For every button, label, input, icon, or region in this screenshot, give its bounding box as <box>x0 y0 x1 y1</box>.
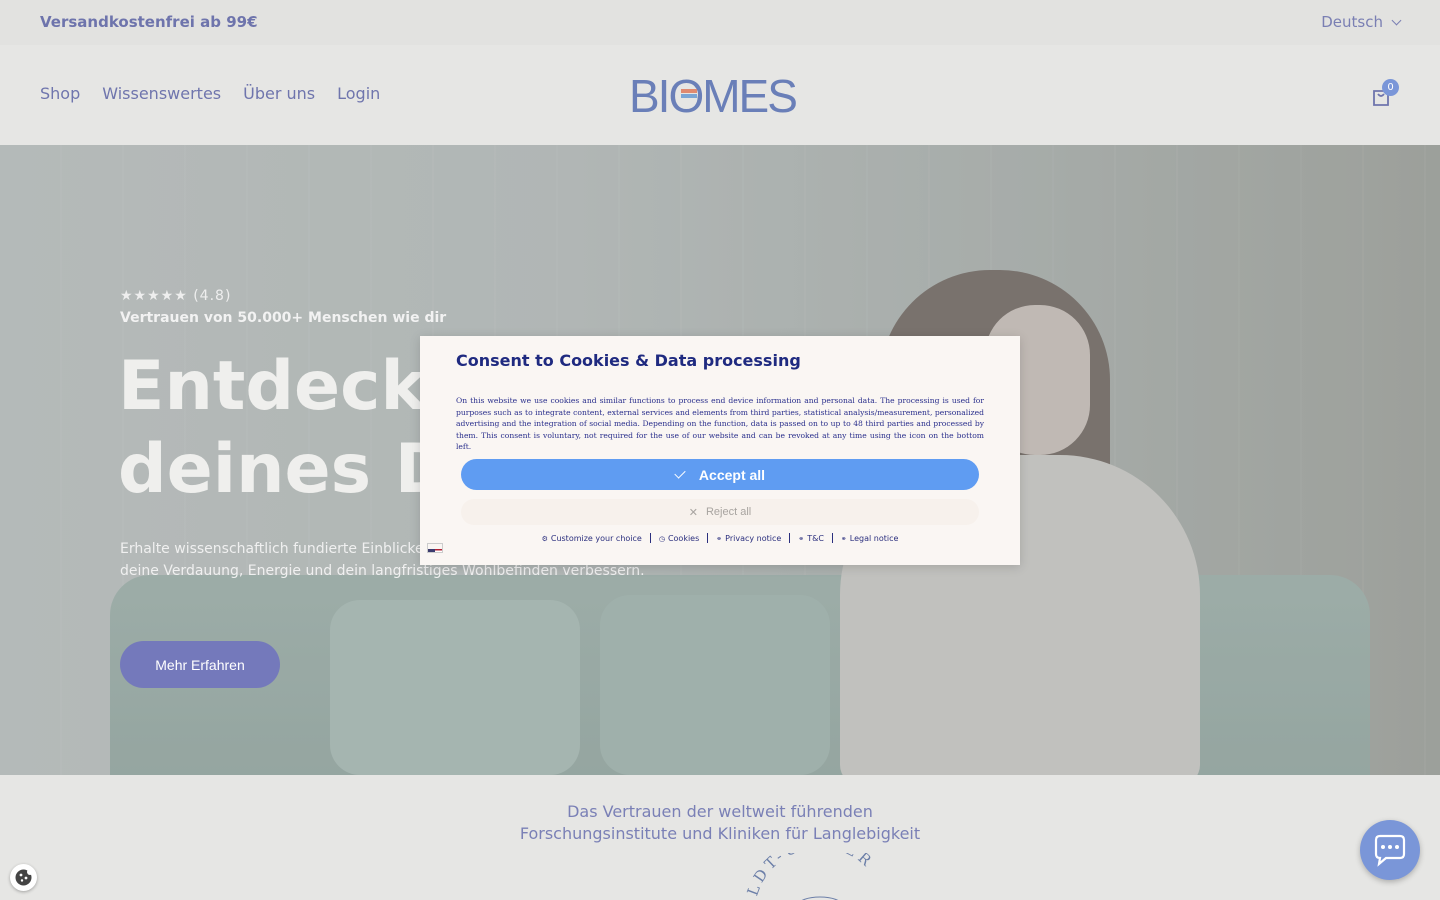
star-icons: ★★★★★ <box>120 288 188 304</box>
free-shipping-text: Versandkostenfrei ab 99€ <box>40 13 258 31</box>
legal-notice-link[interactable]: ⚭ Legal notice <box>841 534 899 543</box>
accept-all-label: Accept all <box>698 466 766 483</box>
close-icon: ✕ <box>688 506 698 519</box>
link-icon: ⚭ <box>798 534 805 543</box>
rating-value: (4.8) <box>193 288 232 304</box>
chat-bubble-icon <box>1374 834 1406 867</box>
nav-login[interactable]: Login <box>337 84 380 103</box>
cookies-link[interactable]: ◷ Cookies <box>659 534 699 543</box>
privacy-notice-link[interactable]: ⚭ Privacy notice <box>716 534 781 543</box>
clock-icon: ◷ <box>658 534 665 543</box>
link-icon: ⚭ <box>716 534 723 543</box>
gear-icon: ⚙ <box>541 534 548 543</box>
site-header: Shop Wissenswertes Über uns Login BIOMES… <box>0 45 1440 145</box>
check-icon <box>674 467 686 479</box>
nav-about[interactable]: Über uns <box>243 84 315 103</box>
consent-description: On this website we use cookies and simil… <box>456 396 984 451</box>
accept-all-button[interactable]: Accept all <box>461 459 979 490</box>
consent-links: ⚙ Customize your choice ◷ Cookies ⚭ Privacy… <box>420 533 1020 543</box>
seal-text: OLDT-UNIVER <box>745 853 874 900</box>
cookie-consent-dialog: Consent to Cookies & Data processing On … <box>420 336 1020 565</box>
nav-knowledge[interactable]: Wissenswertes <box>102 84 221 103</box>
trust-line-2: Forschungsinstitute und Kliniken für Lan… <box>519 824 921 843</box>
trust-heading: Das Vertrauen der weltweit führenden For… <box>0 801 1440 845</box>
trust-line: Vertrauen von 50.000+ Menschen wie dir <box>120 310 447 326</box>
cart-count-badge: 0 <box>1382 79 1399 96</box>
language-flag-icon[interactable] <box>427 543 443 553</box>
terms-link[interactable]: ⚭ T&C <box>798 534 824 543</box>
cookie-icon <box>15 869 33 886</box>
announcement-bar: Versandkostenfrei ab 99€ Deutsch <box>0 0 1440 45</box>
trust-line-1: Das Vertrauen der weltweit führenden <box>567 802 873 821</box>
learn-more-button[interactable]: Mehr Erfahren <box>120 641 280 688</box>
language-label: Deutsch <box>1321 13 1383 31</box>
chevron-down-icon <box>1391 15 1402 25</box>
university-seal-logo: OLDT-UNIVER <box>745 853 878 900</box>
headline-line1: Entdecke <box>118 347 470 426</box>
consent-title: Consent to Cookies & Data processing <box>456 351 801 370</box>
nav-shop[interactable]: Shop <box>40 84 80 103</box>
svg-text:OLDT-UNIVER: OLDT-UNIVER <box>745 853 878 900</box>
cookie-settings-button[interactable] <box>10 864 37 891</box>
reject-all-button[interactable]: ✕ Reject all <box>461 499 979 525</box>
rating-stars: ★★★★★ (4.8) <box>120 288 231 304</box>
language-selector[interactable]: Deutsch <box>1321 13 1402 31</box>
reject-all-label: Reject all <box>705 506 752 518</box>
chat-button[interactable] <box>1360 820 1420 880</box>
main-nav: Shop Wissenswertes Über uns Login <box>40 84 380 103</box>
link-icon: ⚭ <box>840 534 847 543</box>
customize-choice-link[interactable]: ⚙ Customize your choice <box>542 534 642 543</box>
logo-text: BIOMES <box>629 72 796 118</box>
biomes-logo[interactable]: BIOMES <box>629 72 811 118</box>
trust-section: Das Vertrauen der weltweit führenden For… <box>0 775 1440 900</box>
